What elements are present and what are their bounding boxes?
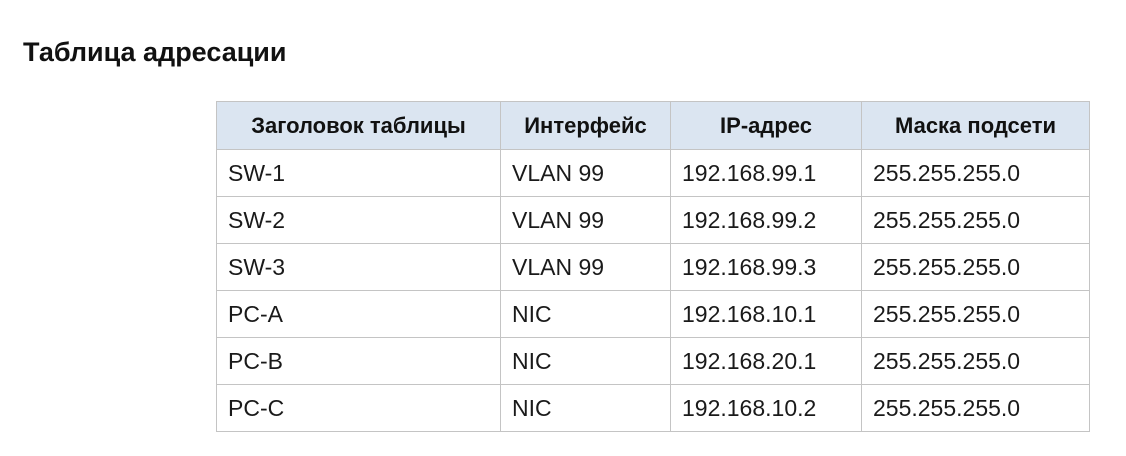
column-header-device: Заголовок таблицы [216,101,501,150]
table-row: PC-A NIC 192.168.10.1 255.255.255.0 [216,290,1090,338]
page-title: Таблица адресации [23,37,287,67]
cell-subnet-mask: 255.255.255.0 [861,243,1090,291]
cell-device: PC-C [216,384,501,432]
table-row: SW-2 VLAN 99 192.168.99.2 255.255.255.0 [216,196,1090,244]
cell-ip-address: 192.168.99.3 [670,243,862,291]
addressing-table: Заголовок таблицы Интерфейс IP-адрес Мас… [216,101,1090,432]
cell-subnet-mask: 255.255.255.0 [861,196,1090,244]
column-header-interface: Интерфейс [500,101,671,150]
table-row: PC-B NIC 192.168.20.1 255.255.255.0 [216,337,1090,385]
cell-device: PC-B [216,337,501,385]
cell-interface: NIC [500,384,671,432]
cell-ip-address: 192.168.10.2 [670,384,862,432]
cell-ip-address: 192.168.99.1 [670,149,862,197]
cell-ip-address: 192.168.20.1 [670,337,862,385]
cell-device: PC-A [216,290,501,338]
cell-subnet-mask: 255.255.255.0 [861,149,1090,197]
cell-interface: VLAN 99 [500,149,671,197]
table-header-row: Заголовок таблицы Интерфейс IP-адрес Мас… [216,101,1090,150]
cell-subnet-mask: 255.255.255.0 [861,337,1090,385]
cell-subnet-mask: 255.255.255.0 [861,290,1090,338]
table-row: SW-1 VLAN 99 192.168.99.1 255.255.255.0 [216,149,1090,197]
cell-ip-address: 192.168.10.1 [670,290,862,338]
column-header-ip-address: IP-адрес [670,101,862,150]
table-row: PC-C NIC 192.168.10.2 255.255.255.0 [216,384,1090,432]
cell-subnet-mask: 255.255.255.0 [861,384,1090,432]
table-row: SW-3 VLAN 99 192.168.99.3 255.255.255.0 [216,243,1090,291]
cell-device: SW-2 [216,196,501,244]
cell-interface: NIC [500,337,671,385]
cell-interface: VLAN 99 [500,196,671,244]
column-header-subnet-mask: Маска подсети [861,101,1090,150]
cell-device: SW-3 [216,243,501,291]
cell-ip-address: 192.168.99.2 [670,196,862,244]
cell-interface: NIC [500,290,671,338]
cell-device: SW-1 [216,149,501,197]
cell-interface: VLAN 99 [500,243,671,291]
